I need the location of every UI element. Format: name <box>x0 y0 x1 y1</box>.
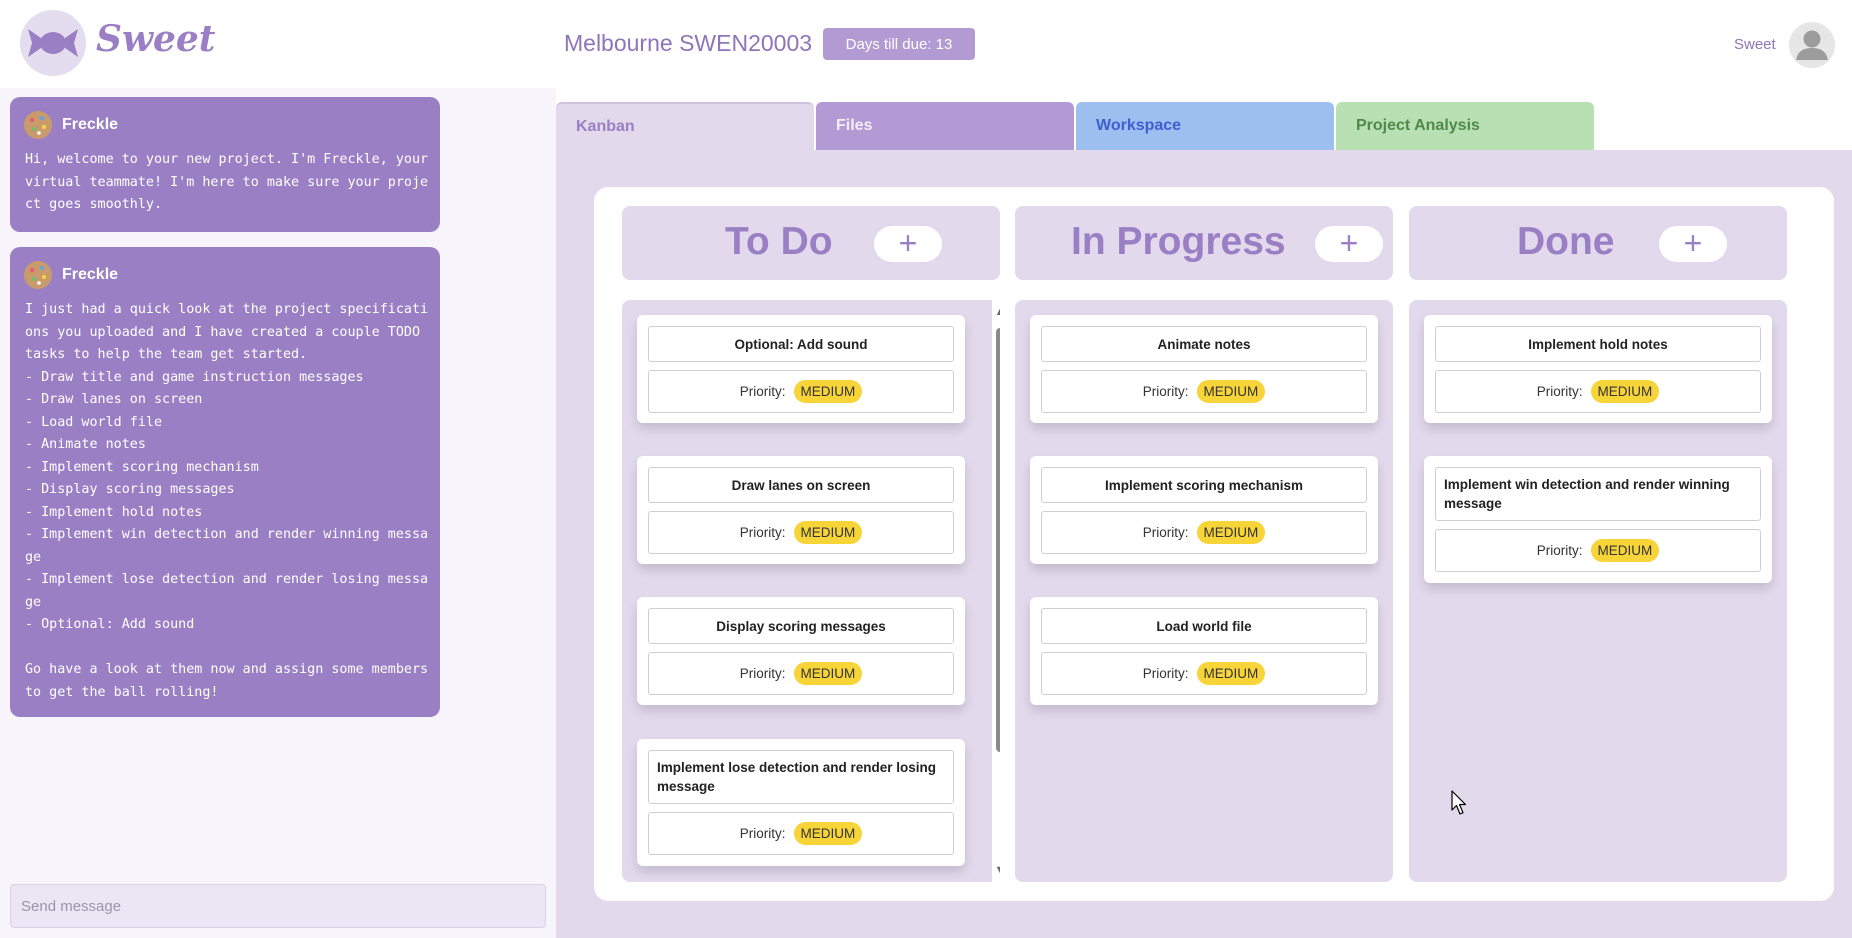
kanban-board: To Do + In Progress + Done + Optional: A… <box>594 187 1834 901</box>
scroll-down-arrow-icon[interactable]: ▼ <box>994 864 1000 876</box>
column-todo: Optional: Add sound Priority: MEDIUM Dra… <box>622 300 1000 882</box>
task-priority[interactable]: Priority: MEDIUM <box>648 370 954 413</box>
task-priority[interactable]: Priority: MEDIUM <box>648 511 954 554</box>
priority-label: Priority: <box>1142 666 1189 681</box>
priority-label: Priority: <box>739 525 786 540</box>
tab-label: Project Analysis <box>1356 117 1480 134</box>
task-title[interactable]: Draw lanes on screen <box>648 467 954 503</box>
tab-label: Workspace <box>1096 117 1182 134</box>
candy-logo-icon[interactable] <box>20 10 86 76</box>
chat-message-text: I just had a quick look at the project s… <box>25 302 429 700</box>
task-title[interactable]: Optional: Add sound <box>648 326 954 362</box>
task-priority[interactable]: Priority: MEDIUM <box>648 652 954 695</box>
column-header-todo: To Do + <box>622 206 1000 280</box>
tab-label: Files <box>836 117 873 134</box>
task-priority[interactable]: Priority: MEDIUM <box>1041 511 1367 554</box>
chat-panel: Freckle Hi, welcome to your new project.… <box>0 88 556 938</box>
app-logo-text[interactable]: Sweet <box>96 18 215 60</box>
task-card[interactable]: Implement hold notes Priority: MEDIUM <box>1424 315 1772 423</box>
task-priority[interactable]: Priority: MEDIUM <box>1435 529 1761 572</box>
todo-scrollbar[interactable]: ▲ ▼ <box>992 300 1000 882</box>
priority-badge: MEDIUM <box>793 380 863 403</box>
priority-badge: MEDIUM <box>1590 539 1660 562</box>
task-title[interactable]: Implement scoring mechanism <box>1041 467 1367 503</box>
chat-message-header: Freckle <box>24 261 118 289</box>
chat-author: Freckle <box>62 266 119 283</box>
mouse-cursor-icon <box>1451 790 1469 821</box>
chat-message-header: Freckle <box>24 111 118 139</box>
task-priority[interactable]: Priority: MEDIUM <box>1041 652 1367 695</box>
column-header-done: Done + <box>1409 206 1787 280</box>
send-message-input[interactable] <box>10 884 546 928</box>
add-card-button[interactable]: + <box>1315 226 1383 262</box>
tab-project-analysis[interactable]: Project Analysis <box>1336 102 1594 150</box>
priority-badge: MEDIUM <box>1196 380 1266 403</box>
priority-badge: MEDIUM <box>1196 521 1266 544</box>
task-title[interactable]: Implement hold notes <box>1435 326 1761 362</box>
task-card[interactable]: Optional: Add sound Priority: MEDIUM <box>637 315 965 423</box>
task-card[interactable]: Implement lose detection and render losi… <box>637 739 965 866</box>
priority-label: Priority: <box>739 826 786 841</box>
cookie-avatar-icon <box>24 261 52 289</box>
tab-label: Kanban <box>576 118 635 135</box>
chat-message: Freckle I just had a quick look at the p… <box>10 247 440 717</box>
add-card-button[interactable]: + <box>874 226 942 262</box>
priority-label: Priority: <box>739 384 786 399</box>
column-title: To Do <box>725 220 833 263</box>
task-title[interactable]: Implement win detection and render winni… <box>1435 467 1761 521</box>
scroll-thumb[interactable] <box>996 328 1000 752</box>
task-card[interactable]: Load world file Priority: MEDIUM <box>1030 597 1378 705</box>
priority-badge: MEDIUM <box>793 662 863 685</box>
tab-kanban[interactable]: Kanban <box>556 102 814 150</box>
task-title[interactable]: Load world file <box>1041 608 1367 644</box>
priority-badge: MEDIUM <box>1590 380 1660 403</box>
priority-badge: MEDIUM <box>1196 662 1266 685</box>
task-priority[interactable]: Priority: MEDIUM <box>1041 370 1367 413</box>
column-title: In Progress <box>1071 220 1286 263</box>
scroll-up-arrow-icon[interactable]: ▲ <box>994 306 1000 318</box>
task-card[interactable]: Implement scoring mechanism Priority: ME… <box>1030 456 1378 564</box>
top-header: Sweet Melbourne SWEN20003 Days till due:… <box>0 0 1852 88</box>
chat-message-text: Hi, welcome to your new project. I'm Fre… <box>25 152 437 212</box>
task-title[interactable]: Animate notes <box>1041 326 1367 362</box>
user-name[interactable]: Sweet <box>1734 36 1776 53</box>
project-name: Melbourne SWEN20003 <box>564 30 813 56</box>
chat-message: Freckle Hi, welcome to your new project.… <box>10 97 440 232</box>
priority-label: Priority: <box>739 666 786 681</box>
task-priority[interactable]: Priority: MEDIUM <box>1435 370 1761 413</box>
priority-label: Priority: <box>1142 525 1189 540</box>
days-till-due-badge: Days till due: 13 <box>823 28 975 60</box>
column-header-in-progress: In Progress + <box>1015 206 1393 280</box>
task-title[interactable]: Display scoring messages <box>648 608 954 644</box>
priority-label: Priority: <box>1536 384 1583 399</box>
cookie-avatar-icon <box>24 111 52 139</box>
priority-badge: MEDIUM <box>793 822 863 845</box>
task-card[interactable]: Animate notes Priority: MEDIUM <box>1030 315 1378 423</box>
priority-label: Priority: <box>1536 543 1583 558</box>
main-content: Kanban Files Workspace Project Analysis … <box>556 88 1852 938</box>
task-card[interactable]: Implement win detection and render winni… <box>1424 456 1772 583</box>
task-card[interactable]: Draw lanes on screen Priority: MEDIUM <box>637 456 965 564</box>
task-card[interactable]: Display scoring messages Priority: MEDIU… <box>637 597 965 705</box>
app: Sweet Melbourne SWEN20003 Days till due:… <box>0 0 1852 938</box>
add-card-button[interactable]: + <box>1659 226 1727 262</box>
task-title[interactable]: Implement lose detection and render losi… <box>648 750 954 804</box>
user-avatar-icon[interactable] <box>1789 22 1835 68</box>
priority-label: Priority: <box>1142 384 1189 399</box>
tab-files[interactable]: Files <box>816 102 1074 150</box>
task-priority[interactable]: Priority: MEDIUM <box>648 812 954 855</box>
chat-author: Freckle <box>62 116 119 133</box>
column-in-progress: Animate notes Priority: MEDIUM Implement… <box>1015 300 1393 882</box>
priority-badge: MEDIUM <box>793 521 863 544</box>
tab-workspace[interactable]: Workspace <box>1076 102 1334 150</box>
column-title: Done <box>1517 220 1615 263</box>
